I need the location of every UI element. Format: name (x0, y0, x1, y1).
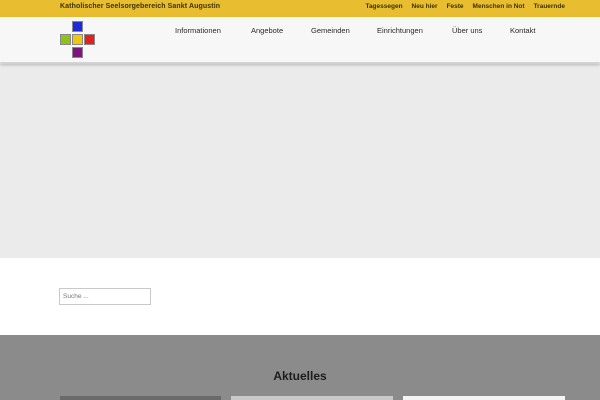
main-navigation: Informationen Angebote Gemeinden Einrich… (160, 26, 550, 38)
logo-square-center (72, 34, 83, 45)
quick-link-menschen-in-not[interactable]: Menschen in Not (473, 3, 525, 10)
top-bar: Katholischer Seelsorgebereich Sankt Augu… (0, 0, 600, 17)
quick-link-trauernde[interactable]: Trauernde (534, 3, 565, 10)
news-section: Aktuelles (0, 335, 600, 400)
nav-item-gemeinden[interactable]: Gemeinden (311, 26, 350, 35)
news-heading: Aktuelles (273, 369, 327, 383)
main-header: Informationen Angebote Gemeinden Einrich… (0, 17, 600, 63)
logo-cross-icon[interactable] (59, 21, 99, 60)
search-input[interactable] (59, 288, 151, 305)
nav-item-angebote[interactable]: Angebote (251, 26, 283, 35)
nav-item-kontakt[interactable]: Kontakt (510, 26, 535, 35)
quick-link-tagessegen[interactable]: Tagessegen (365, 3, 402, 10)
organization-name: Katholischer Seelsorgebereich Sankt Augu… (60, 3, 221, 10)
logo-square-left (60, 34, 71, 45)
hero-area (0, 64, 600, 258)
quick-link-feste[interactable]: Feste (447, 3, 464, 10)
news-card-3[interactable] (403, 396, 565, 400)
logo-square-bottom (72, 47, 83, 58)
logo-square-top (72, 21, 83, 32)
nav-item-einrichtungen[interactable]: Einrichtungen (377, 26, 423, 35)
nav-item-informationen[interactable]: Informationen (175, 26, 221, 35)
news-card-2[interactable] (231, 396, 393, 400)
logo-square-right (84, 34, 95, 45)
nav-item-ueber-uns[interactable]: Über uns (452, 26, 482, 35)
quick-link-neu-hier[interactable]: Neu hier (412, 3, 438, 10)
news-card-1[interactable] (60, 396, 221, 400)
quick-links: Tagessegen Neu hier Feste Menschen in No… (356, 3, 565, 10)
